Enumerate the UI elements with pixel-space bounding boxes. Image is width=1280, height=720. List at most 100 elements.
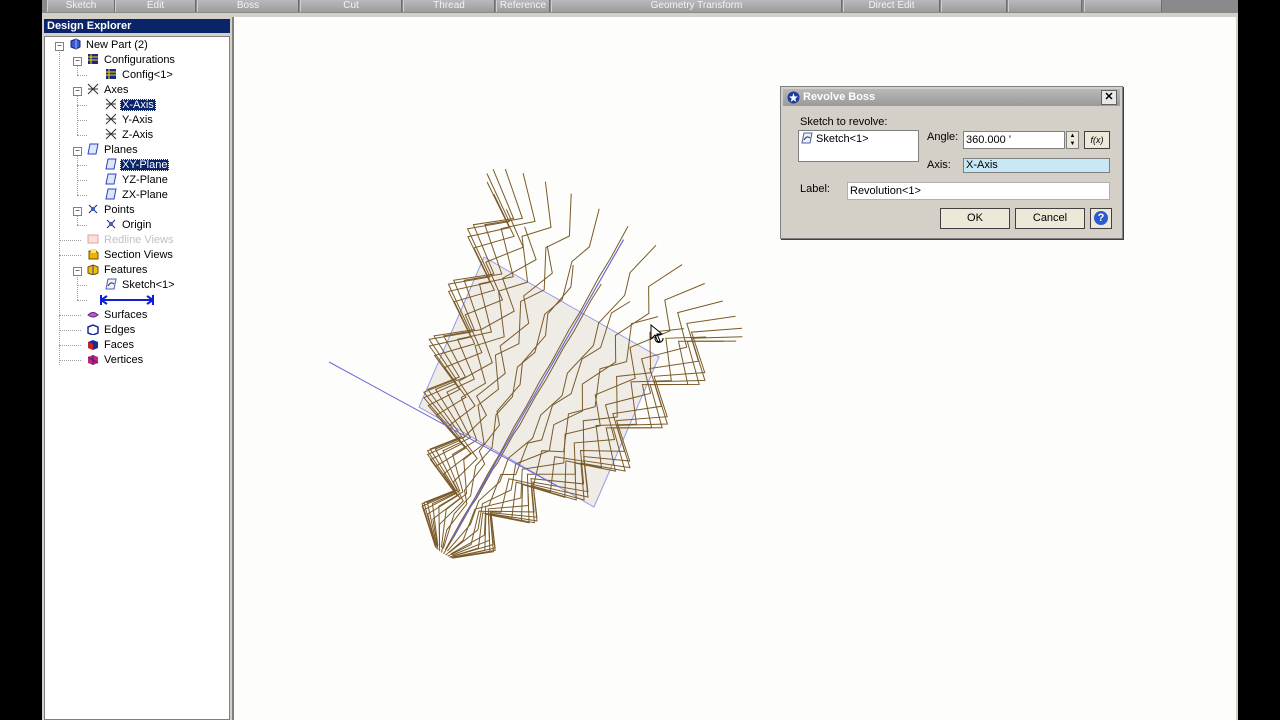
close-button[interactable]: ✕	[1101, 90, 1117, 105]
surfaces-icon	[87, 308, 99, 320]
tree-item-new-part[interactable]: New Part (2)	[69, 38, 150, 53]
tree-label-origin: Origin	[122, 219, 152, 231]
tree-item-configurations[interactable]: Configurations	[87, 53, 177, 68]
toolbar-edit[interactable]: Edit	[115, 0, 196, 12]
tree-label-vertices: Vertices	[104, 354, 144, 366]
axis-icon	[105, 128, 117, 140]
mouse-cursor-icon	[650, 324, 664, 343]
axis-icon	[105, 113, 117, 125]
tree-label-faces: Faces	[104, 339, 134, 351]
faces-icon	[87, 338, 99, 350]
plane-icon	[105, 173, 117, 185]
expander-points[interactable]: −	[73, 207, 82, 216]
tree-item-features[interactable]: Features	[87, 263, 149, 278]
sketch-list-item[interactable]: Sketch<1>	[816, 133, 869, 145]
tree-label-surfaces: Surfaces	[104, 309, 148, 321]
axis-label: Axis:	[927, 159, 951, 171]
tree-item-y-axis[interactable]: Y-Axis	[105, 113, 155, 128]
tree-item-xy-plane[interactable]: XY-Plane	[105, 158, 170, 173]
help-button[interactable]: ?	[1090, 208, 1112, 229]
help-icon: ?	[1094, 211, 1108, 225]
label-input[interactable]: Revolution<1>	[847, 182, 1110, 200]
tree-label-xy-plane: XY-Plane	[120, 159, 170, 171]
ribbon-toolbar: Sketch Edit Boss Cut Thread Reference Ge…	[42, 0, 1238, 13]
sketch-to-revolve-label: Sketch to revolve:	[800, 116, 888, 128]
tree-item-redline-views[interactable]: Redline Views	[87, 233, 176, 248]
angle-spinner[interactable]: ▲ ▼	[1066, 131, 1079, 149]
tree-item-origin[interactable]: Origin	[105, 218, 153, 233]
tree-item-z-axis[interactable]: Z-Axis	[105, 128, 155, 143]
axis-input[interactable]: X-Axis	[963, 158, 1110, 173]
section-views-icon	[87, 248, 99, 260]
toolbar-thread[interactable]: Thread	[403, 0, 495, 12]
tree-item-points[interactable]: Points	[87, 203, 137, 218]
tree-label-config1: Config<1>	[122, 69, 173, 81]
dialog-titlebar[interactable]: Revolve Boss ✕	[783, 89, 1120, 106]
tree-item-surfaces[interactable]: Surfaces	[87, 308, 149, 323]
tree-label-redline-views: Redline Views	[104, 234, 174, 246]
cancel-button[interactable]: Cancel	[1015, 208, 1085, 229]
sketch-icon	[105, 278, 117, 290]
tree-item-pending-feature[interactable]	[99, 293, 155, 308]
toolbar-cut[interactable]: Cut	[300, 0, 402, 12]
tree-label-zx-plane: ZX-Plane	[122, 189, 168, 201]
planes-icon	[87, 143, 99, 155]
config-icon	[105, 68, 117, 80]
toolbar-reference[interactable]: Reference	[496, 0, 550, 12]
expander-configurations[interactable]: −	[73, 57, 82, 66]
toolbar-blank-1[interactable]	[941, 0, 1007, 12]
tree-label-axes: Axes	[104, 84, 129, 96]
tree-label-features: Features	[104, 264, 148, 276]
tree-label-y-axis: Y-Axis	[122, 114, 153, 126]
revolve-boss-dialog: Revolve Boss ✕ Sketch to revolve: Sketch…	[780, 86, 1123, 239]
tree-item-vertices[interactable]: Vertices	[87, 353, 145, 368]
angle-input[interactable]: 360.000 '	[963, 131, 1065, 149]
expander-features[interactable]: −	[73, 267, 82, 276]
vertices-icon	[87, 353, 99, 365]
revolve-boss-icon	[787, 91, 800, 104]
tree-label-configurations: Configurations	[104, 54, 175, 66]
tree-item-config1[interactable]: Config<1>	[105, 68, 175, 83]
tree-item-planes[interactable]: Planes	[87, 143, 140, 158]
app-window: Sketch Edit Boss Cut Thread Reference Ge…	[42, 0, 1238, 720]
tree-item-x-axis[interactable]: X-Axis	[105, 98, 156, 113]
toolbar-blank-2[interactable]	[1008, 0, 1082, 12]
tree-item-sketch1[interactable]: Sketch<1>	[105, 278, 177, 293]
toolbar-blank-3[interactable]	[1084, 0, 1162, 12]
tree-item-axes[interactable]: Axes	[87, 83, 130, 98]
tree-label-new-part: New Part (2)	[86, 39, 148, 51]
tree-item-edges[interactable]: Edges	[87, 323, 137, 338]
tree-label-edges: Edges	[104, 324, 136, 336]
tree-label-planes: Planes	[104, 144, 138, 156]
sketch-list[interactable]: Sketch<1>	[798, 130, 919, 162]
tree-item-zx-plane[interactable]: ZX-Plane	[105, 188, 170, 203]
tree-item-yz-plane[interactable]: YZ-Plane	[105, 173, 170, 188]
fx-button[interactable]: f(x)	[1084, 131, 1110, 149]
points-icon	[87, 203, 99, 215]
design-explorer-title: Design Explorer	[44, 19, 230, 33]
toolbar-direct-edit[interactable]: Direct Edit	[843, 0, 940, 12]
dialog-title: Revolve Boss	[803, 91, 876, 103]
expander-root[interactable]: −	[55, 42, 64, 51]
tree-item-section-views[interactable]: Section Views	[87, 248, 175, 263]
toolbar-boss[interactable]: Boss	[197, 0, 299, 12]
tree-label-yz-plane: YZ-Plane	[122, 174, 168, 186]
tree-item-faces[interactable]: Faces	[87, 338, 136, 353]
toolbar-geometry-transform[interactable]: Geometry Transform	[551, 0, 842, 12]
tree-label-x-axis: X-Axis	[120, 99, 156, 111]
axes-icon	[87, 83, 99, 95]
expander-planes[interactable]: −	[73, 147, 82, 156]
axis-icon	[105, 98, 117, 110]
angle-label: Angle:	[927, 131, 959, 143]
design-explorer-panel: Design Explorer − − − − − − New Part (2)…	[42, 17, 232, 720]
toolbar-sketch[interactable]: Sketch	[47, 0, 115, 12]
features-icon	[87, 263, 99, 276]
tree-label-points: Points	[104, 204, 135, 216]
plane-icon	[105, 188, 117, 200]
ok-button[interactable]: OK	[940, 208, 1010, 229]
design-tree: − − − − − − New Part (2) Configurations …	[44, 36, 230, 720]
edges-icon	[87, 323, 99, 336]
configurations-icon	[87, 53, 99, 65]
pending-feature-marker-icon	[100, 295, 154, 305]
expander-axes[interactable]: −	[73, 87, 82, 96]
